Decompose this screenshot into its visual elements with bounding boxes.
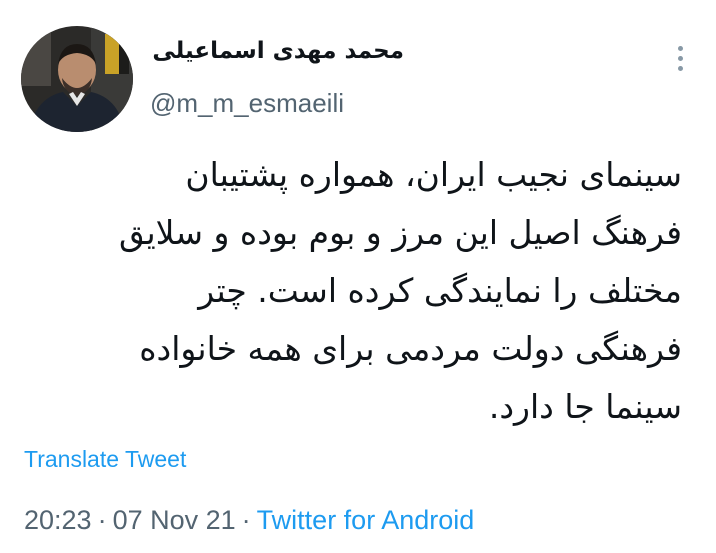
- tweet-time[interactable]: 20:23: [24, 505, 92, 535]
- tweet-text: سینمای نجیب ایران، همواره پشتیبان فرهنگ …: [28, 146, 682, 436]
- separator: ·: [241, 505, 251, 535]
- more-vertical-icon-dot: [677, 65, 683, 71]
- tweet-card: محمد مهدی اسماعیلی @m_m_esmaeili سینمای …: [0, 0, 716, 553]
- tweet-text-line: سینمای نجیب ایران، همواره پشتیبان: [185, 155, 682, 194]
- more-vertical-icon: [677, 45, 683, 51]
- translate-tweet-link[interactable]: Translate Tweet: [24, 446, 186, 473]
- more-options-button[interactable]: [664, 38, 696, 78]
- display-name[interactable]: محمد مهدی اسماعیلی: [152, 38, 404, 64]
- tweet-metadata: 20:23 · 07 Nov 21 · Twitter for Android: [24, 505, 474, 536]
- more-vertical-icon-dot: [677, 55, 683, 61]
- tweet-date[interactable]: 07 Nov 21: [113, 505, 236, 535]
- tweet-text-line: سینما جا دارد.: [488, 387, 682, 426]
- tweet-text-line: فرهنگ اصیل این مرز و بوم بوده و سلایق: [118, 213, 682, 252]
- tweet-source-link[interactable]: Twitter for Android: [257, 505, 475, 535]
- avatar[interactable]: [21, 26, 133, 132]
- tweet-text-line: فرهنگی دولت مردمی برای همه خانواده: [139, 329, 682, 368]
- separator: ·: [97, 505, 107, 535]
- user-handle[interactable]: @m_m_esmaeili: [150, 88, 344, 119]
- tweet-text-line: مختلف را نمایندگی کرده است. چتر: [198, 271, 682, 310]
